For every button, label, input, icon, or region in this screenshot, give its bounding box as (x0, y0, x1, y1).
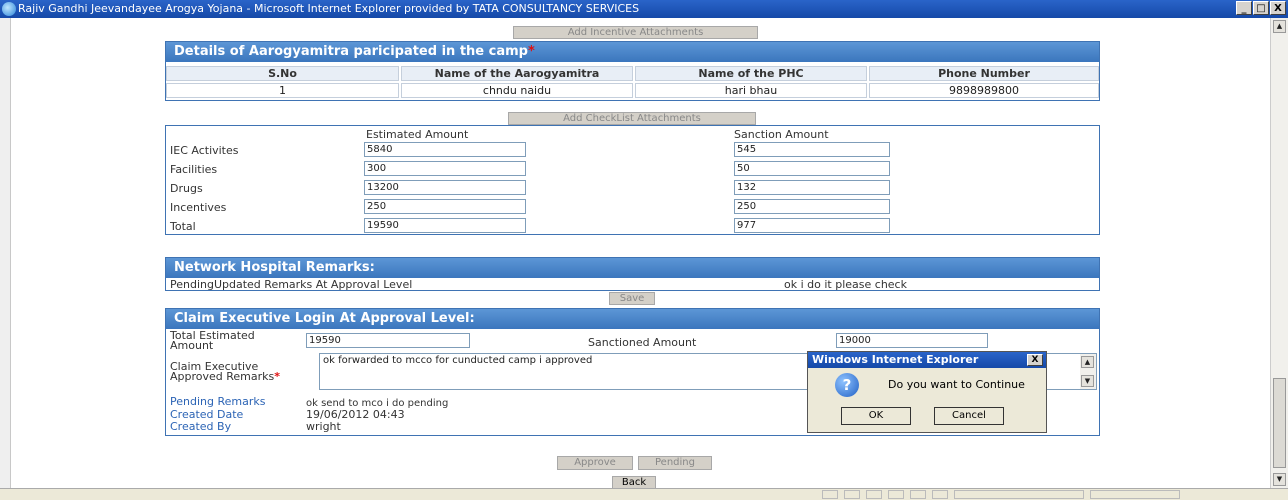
column-header-sno: S.No (166, 66, 399, 81)
status-bar (0, 488, 1288, 500)
created-by-value: wright (306, 420, 341, 433)
row-label-facilities: Facilities (170, 163, 218, 176)
estimated-total-input[interactable]: 19590 (364, 218, 526, 233)
dialog-close-button[interactable]: X (1027, 354, 1043, 366)
sanctioned-amount-label: Sanctioned Amount (588, 336, 697, 349)
dialog-cancel-button[interactable]: Cancel (934, 407, 1004, 425)
approved-remarks-text: ok forwarded to mcco for cunducted camp … (323, 355, 593, 366)
add-incentive-attachments-button[interactable]: Add Incentive Attachments (513, 26, 758, 39)
network-remarks-header: Network Hospital Remarks: (166, 258, 1099, 278)
row-label-total: Total (170, 220, 196, 233)
status-cell (932, 490, 948, 499)
question-icon: ? (835, 373, 859, 397)
pending-button[interactable]: Pending (638, 456, 712, 470)
dialog-title: Windows Internet Explorer (812, 353, 979, 366)
add-checklist-attachments-button[interactable]: Add CheckList Attachments (508, 112, 756, 125)
sanction-iec-input[interactable]: 545 (734, 142, 890, 157)
estimated-incentives-input[interactable]: 250 (364, 199, 526, 214)
sanction-drugs-input[interactable]: 132 (734, 180, 890, 195)
maximize-button[interactable]: □ (1253, 1, 1269, 15)
approved-remarks-label-block: Claim Executive Approved Remarks* (170, 360, 310, 383)
table-cell-sno: 1 (166, 83, 399, 98)
scroll-down-arrow-icon[interactable]: ▼ (1273, 473, 1286, 486)
total-estimated-label: Total Estimated Amount (170, 329, 255, 352)
scroll-thumb[interactable] (1273, 378, 1286, 468)
minimize-button[interactable]: _ (1236, 1, 1252, 15)
row-label-iec: IEC Activites (170, 144, 239, 157)
scroll-up-arrow-icon[interactable]: ▲ (1273, 20, 1286, 33)
save-button[interactable]: Save (609, 292, 655, 305)
estimated-drugs-input[interactable]: 13200 (364, 180, 526, 195)
status-zone (954, 490, 1084, 499)
row-label-incentives: Incentives (170, 201, 227, 214)
dialog-titlebar: Windows Internet Explorer X (808, 352, 1046, 368)
textarea-scroll-up-icon[interactable]: ▲ (1081, 356, 1094, 368)
window-controls: _ □ X (1236, 1, 1286, 15)
confirm-dialog: Windows Internet Explorer X ? Do you wan… (807, 351, 1047, 433)
window-titlebar: Rajiv Gandhi Jeevandayee Arogya Yojana -… (0, 0, 1288, 18)
dialog-message: Do you want to Continue (888, 378, 1025, 391)
estimated-facilities-input[interactable]: 300 (364, 161, 526, 176)
status-cell (822, 490, 838, 499)
sanction-amount-header: Sanction Amount (734, 128, 829, 141)
column-header-aarogyamitra-name: Name of the Aarogyamitra (401, 66, 633, 81)
status-cell (888, 490, 904, 499)
window-title: Rajiv Gandhi Jeevandayee Arogya Yojana -… (18, 2, 640, 15)
aarogyamitra-panel-title: Details of Aarogyamitra paricipated in t… (174, 44, 528, 59)
approve-button[interactable]: Approve (557, 456, 633, 470)
internet-explorer-icon (2, 2, 16, 16)
table-cell-aarogyamitra-name: chndu naidu (401, 83, 633, 98)
status-zoom (1090, 490, 1180, 499)
sanctioned-amount-input[interactable]: 19000 (836, 333, 988, 348)
created-by-label: Created By (170, 420, 232, 433)
pending-remarks-label: Pending Remarks (170, 395, 266, 408)
aarogyamitra-panel: Details of Aarogyamitra paricipated in t… (165, 41, 1100, 101)
total-estimated-input[interactable]: 19590 (306, 333, 470, 348)
left-frame-border (0, 18, 11, 488)
network-remarks-label: PendingUpdated Remarks At Approval Level (170, 278, 413, 291)
estimated-iec-input[interactable]: 5840 (364, 142, 526, 157)
approved-remarks-label: Claim Executive Approved Remarks (170, 360, 275, 383)
table-cell-phone-number: 9898989800 (869, 83, 1099, 98)
claim-executive-header: Claim Executive Login At Approval Level: (166, 309, 1099, 329)
close-window-button[interactable]: X (1270, 1, 1286, 15)
approved-remarks-required-mark: * (274, 370, 281, 383)
table-cell-phc-name: hari bhau (635, 83, 867, 98)
status-cell (844, 490, 860, 499)
status-cell (866, 490, 882, 499)
status-cell (910, 490, 926, 499)
textarea-scrollbar[interactable]: ▲ ▼ (1080, 354, 1096, 389)
required-mark: * (527, 44, 535, 59)
estimated-amount-header: Estimated Amount (366, 128, 469, 141)
amounts-panel: Estimated Amount Sanction Amount IEC Act… (165, 125, 1100, 235)
column-header-phone-number: Phone Number (869, 66, 1099, 81)
sanction-total-input[interactable]: 977 (734, 218, 890, 233)
page-scrollbar[interactable]: ▲ ▼ (1270, 18, 1288, 488)
network-remarks-panel: Network Hospital Remarks: PendingUpdated… (165, 257, 1100, 291)
sanction-incentives-input[interactable]: 250 (734, 199, 890, 214)
network-remarks-value: ok i do it please check (784, 278, 907, 291)
aarogyamitra-panel-header: Details of Aarogyamitra paricipated in t… (166, 42, 1099, 62)
textarea-scroll-down-icon[interactable]: ▼ (1081, 375, 1094, 387)
dialog-ok-button[interactable]: OK (841, 407, 911, 425)
column-header-phc-name: Name of the PHC (635, 66, 867, 81)
row-label-drugs: Drugs (170, 182, 203, 195)
sanction-facilities-input[interactable]: 50 (734, 161, 890, 176)
